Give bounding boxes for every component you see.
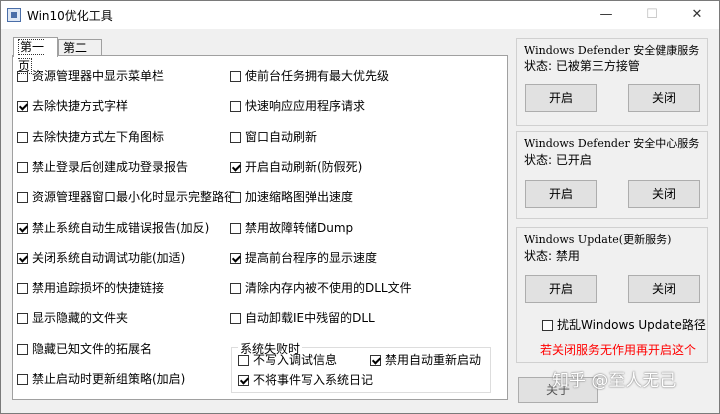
checkbox-label: 禁止启动时更新组策略(加启) [32,372,186,386]
checkbox-box [542,320,553,331]
checkbox-box [230,161,241,173]
checkbox-no-debug-info[interactable]: 不写入调试信息 [238,351,337,369]
checkbox-disable-auto-restart[interactable]: 禁用自动重新启动 [370,351,481,369]
left-checkbox-9[interactable]: 显示隐藏的文件夹 [17,309,128,327]
checkbox-box [238,375,249,386]
right-checkbox-9[interactable]: 自动卸载IE中残留的DLL [230,309,375,327]
app-icon [7,8,21,22]
checkbox-label: 扰乱Windows Update路径 [557,318,706,332]
checkbox-box [238,355,249,366]
checkbox-label: 使前台任务拥有最大优先级 [245,69,390,83]
checkbox-label: 隐藏已知文件的拓展名 [32,341,153,356]
checkbox-box [17,192,28,204]
right-checkbox-1[interactable]: 使前台任务拥有最大优先级 [230,67,389,85]
checkbox-box [230,252,241,264]
left-checkbox-5[interactable]: 资源管理器窗口最小化时显示完整路径 [17,188,236,206]
right-checkbox-3[interactable]: 窗口自动刷新 [230,128,317,146]
maximize-icon[interactable]: ☐ [642,5,662,25]
checkbox-box [230,131,241,143]
checkbox-label: 去除快捷方式字样 [32,99,129,114]
checkbox-box [17,252,28,264]
checkbox-label: 资源管理器中显示菜单栏 [32,69,165,83]
windows-update-disable-button[interactable]: 关闭 [628,275,700,303]
tab-page2[interactable]: 第二页 [58,39,102,72]
checkbox-label: 显示隐藏的文件夹 [32,311,129,326]
left-checkbox-11[interactable]: 禁止启动时更新组策略(加启) [17,370,185,388]
windows-update-status: 状态: 禁用 [524,249,580,263]
left-checkbox-3[interactable]: 去除快捷方式左下角图标 [17,128,164,146]
checkbox-label: 去除快捷方式左下角图标 [32,129,165,144]
checkbox-box [17,283,28,295]
checkbox-label: 窗口自动刷新 [245,129,318,144]
checkbox-box [17,161,28,173]
right-checkbox-4[interactable]: 开启自动刷新(防假死) [230,158,362,176]
title-bar: Win10优化工具 — ☐ ✕ [1,1,719,29]
checkbox-label: 资源管理器窗口最小化时显示完整路径 [32,190,237,205]
checkbox-no-event-log[interactable]: 不将事件写入系统日记 [238,371,373,389]
checkbox-box [230,192,241,204]
window-title: Win10优化工具 [27,9,113,23]
checkbox-label: 清除内存内被不使用的DLL文件 [245,281,412,296]
checkbox-label: 加速缩略图弹出速度 [245,190,354,205]
defender-health-disable-button[interactable]: 关闭 [628,84,700,112]
defender-health-title: Windows Defender 安全健康服务 [524,44,700,57]
checkbox-box [230,222,241,234]
checkbox-box [17,343,28,355]
watermark: 知乎 @至人无己 [552,371,677,391]
checkbox-box [230,71,241,82]
left-checkbox-6[interactable]: 禁止系统自动生成错误报告(加反) [17,219,209,237]
minimize-icon[interactable]: — [596,5,616,25]
checkbox-label: 禁用追踪损坏的快捷链接 [32,281,165,296]
checkbox-box [17,313,28,325]
checkbox-box [230,101,241,113]
tab-page1[interactable]: 第一页 [13,37,58,74]
checkbox-box [17,222,28,234]
defender-health-status: 状态: 已被第三方接管 [524,59,640,73]
checkbox-label: 快速响应应用程序请求 [245,99,366,114]
left-checkbox-2[interactable]: 去除快捷方式字样 [17,97,128,115]
checkbox-box [230,313,241,325]
defender-center-enable-button[interactable]: 开启 [525,180,597,208]
left-checkbox-10[interactable]: 隐藏已知文件的拓展名 [17,340,152,358]
checkbox-box [230,283,241,295]
checkbox-label: 不写入调试信息 [253,353,338,367]
checkbox-label: 提高前台程序的显示速度 [245,250,378,265]
checkbox-label: 不将事件写入系统日记 [253,373,374,387]
checkbox-label: 禁用故障转储Dump [245,220,354,235]
left-checkbox-7[interactable]: 关闭系统自动调试功能(加适) [17,249,185,267]
close-icon[interactable]: ✕ [687,5,707,25]
defender-center-title: Windows Defender 安全中心服务 [524,137,700,150]
checkbox-box [17,131,28,143]
left-checkbox-4[interactable]: 禁止登录后创建成功登录报告 [17,158,188,176]
right-checkbox-7[interactable]: 提高前台程序的显示速度 [230,249,377,267]
left-checkbox-8[interactable]: 禁用追踪损坏的快捷链接 [17,279,164,297]
checkbox-label: 禁用自动重新启动 [385,353,482,367]
windows-update-enable-button[interactable]: 开启 [525,275,597,303]
checkbox-label: 禁止登录后创建成功登录报告 [32,159,189,174]
defender-center-disable-button[interactable]: 关闭 [628,180,700,208]
warning-text: 若关闭服务无作用再开启这个 [540,343,697,357]
right-checkbox-2[interactable]: 快速响应应用程序请求 [230,97,365,115]
checkbox-label: 关闭系统自动调试功能(加适) [32,250,186,265]
left-checkbox-1[interactable]: 资源管理器中显示菜单栏 [17,67,164,85]
right-checkbox-5[interactable]: 加速缩略图弹出速度 [230,188,353,206]
defender-center-status: 状态: 已开启 [524,153,592,167]
checkbox-label: 自动卸载IE中残留的DLL [245,311,375,326]
right-checkbox-6[interactable]: 禁用故障转储Dump [230,219,353,237]
defender-health-enable-button[interactable]: 开启 [525,84,597,112]
checkbox-label: 开启自动刷新(防假死) [245,159,363,174]
right-checkbox-8[interactable]: 清除内存内被不使用的DLL文件 [230,279,412,297]
checkbox-box [370,355,381,366]
checkbox-box [17,101,28,113]
checkbox-box [17,374,28,385]
checkbox-disturb-update-path[interactable]: 扰乱Windows Update路径 [542,316,706,334]
windows-update-title: Windows Update(更新服务) [524,233,672,246]
checkbox-label: 禁止系统自动生成错误报告(加反) [32,220,210,235]
